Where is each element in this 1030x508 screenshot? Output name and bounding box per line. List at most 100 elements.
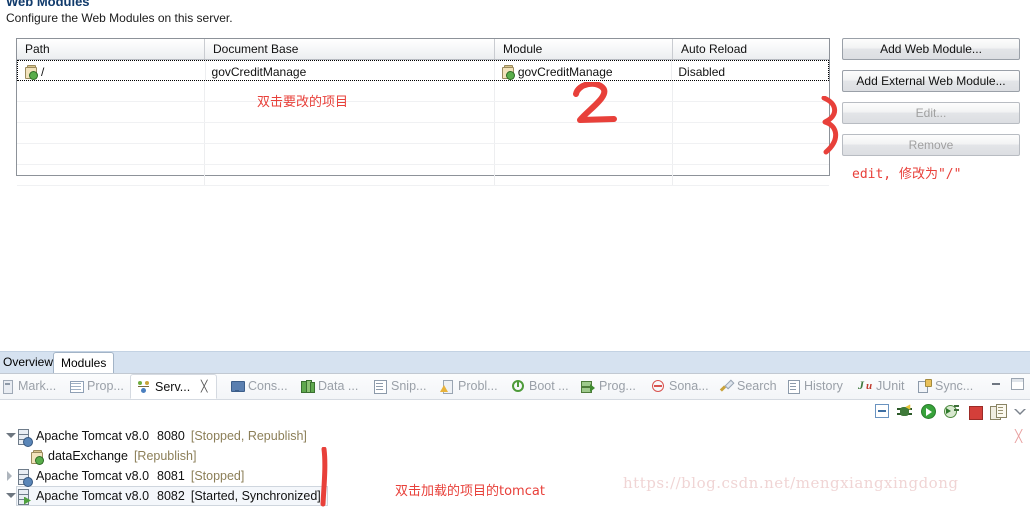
sonarlint-icon — [651, 379, 665, 393]
stop-icon[interactable] — [967, 404, 984, 420]
view-menu-icon[interactable] — [1012, 404, 1029, 420]
view-tab-sonarlint[interactable]: Sona... — [645, 374, 715, 398]
table-row-empty[interactable] — [17, 81, 829, 102]
server-name: Apache Tomcat v8.0 — [36, 429, 150, 443]
server-status: [Started, Synchronized] — [190, 489, 321, 503]
expand-arrow-icon[interactable] — [2, 486, 16, 506]
table-row-empty[interactable] — [17, 123, 829, 144]
server-port: 8082 — [157, 489, 185, 503]
view-tab-history[interactable]: History — [780, 374, 849, 398]
profile-icon[interactable] — [943, 404, 960, 420]
progress-icon — [581, 379, 595, 393]
view-tab-data-source[interactable]: Data ... — [294, 374, 364, 398]
annotation-double-click-item: 双击要改的项目 — [257, 95, 349, 110]
snippets-icon — [373, 379, 387, 394]
cell-empty — [673, 102, 829, 122]
tree-item-server[interactable]: Apache Tomcat v8.0 8080 [Stopped, Republ… — [2, 426, 307, 447]
cell-auto-reload[interactable]: Disabled — [672, 61, 828, 80]
tab-overview[interactable]: Overview — [0, 352, 60, 373]
debug-icon[interactable] — [897, 404, 914, 420]
cell-module[interactable]: govCreditManage — [495, 61, 673, 80]
cell-empty — [17, 144, 205, 164]
column-header-module[interactable]: Module — [495, 39, 673, 59]
view-tab-servers[interactable]: Serv... ╳ — [130, 374, 218, 399]
cell-empty — [495, 102, 673, 122]
cell-document-base[interactable]: govCreditManage — [206, 61, 495, 80]
web-modules-editor: Web Modules Configure the Web Modules on… — [0, 0, 1030, 345]
expand-arrow-icon[interactable] — [2, 426, 16, 446]
view-tab-boot-dashboard[interactable]: Boot ... — [505, 374, 575, 398]
close-icon[interactable]: ╳ — [198, 381, 210, 393]
server-name: Apache Tomcat v8.0 — [36, 489, 150, 503]
view-tab-label: Sona... — [669, 379, 709, 393]
column-header-document-base[interactable]: Document Base — [205, 39, 495, 59]
web-modules-table[interactable]: Path Document Base Module Auto Reload / … — [16, 38, 830, 186]
page-title: Web Modules — [6, 0, 90, 9]
view-tab-synchronize[interactable]: Sync... — [911, 374, 979, 398]
cell-empty — [17, 165, 205, 185]
cell-empty — [205, 102, 495, 122]
column-header-auto-reload[interactable]: Auto Reload — [673, 39, 829, 59]
junit-icon: Ju — [858, 378, 873, 392]
remove-button[interactable]: Remove — [842, 134, 1020, 156]
console-icon — [230, 379, 245, 393]
view-tab-properties[interactable]: Prop... — [63, 374, 130, 398]
cell-empty — [17, 102, 205, 122]
tree-item-server-selected[interactable]: Apache Tomcat v8.0 8082 [Started, Synchr… — [2, 486, 328, 506]
cell-empty — [205, 144, 495, 164]
minimize-icon[interactable] — [990, 378, 1003, 390]
cell-empty — [205, 81, 495, 101]
maximize-icon[interactable] — [1011, 378, 1024, 390]
view-tab-label: Prog... — [599, 379, 636, 393]
tree-item-server[interactable]: Apache Tomcat v8.0 8081 [Stopped] — [2, 466, 245, 487]
server-status: [Stopped] — [190, 469, 245, 483]
cell-path[interactable]: / — [18, 61, 206, 80]
collapse-arrow-icon[interactable] — [2, 466, 16, 486]
web-module-icon — [24, 65, 38, 80]
view-tab-progress[interactable]: Prog... — [575, 374, 642, 398]
history-icon — [786, 379, 800, 394]
table-row[interactable]: / govCreditManage govCreditManage Disabl… — [17, 60, 829, 81]
view-tab-junit[interactable]: Ju JUnit — [852, 374, 910, 398]
view-tab-label: History — [804, 379, 843, 393]
synchronize-icon — [917, 379, 932, 393]
tree-item-module[interactable]: dataExchange [Republish] — [30, 446, 196, 466]
server-status: [Stopped, Republish] — [190, 429, 307, 443]
cell-path-text: / — [41, 64, 45, 79]
search-icon — [719, 379, 735, 393]
table-header-row: Path Document Base Module Auto Reload — [17, 39, 829, 60]
view-tab-label: Mark... — [18, 379, 57, 393]
view-tab-markers[interactable]: Mark... — [0, 374, 62, 398]
cell-empty — [673, 81, 829, 101]
collapse-all-icon[interactable] — [874, 404, 891, 420]
view-tab-problems[interactable]: Probl... — [434, 374, 504, 398]
add-web-module-button[interactable]: Add Web Module... — [842, 38, 1020, 60]
web-module-icon — [501, 65, 515, 80]
view-tab-label: Prop... — [87, 379, 124, 393]
run-icon[interactable] — [920, 404, 937, 420]
column-header-path[interactable]: Path — [17, 39, 205, 59]
annotation-edit-note: edit, 修改为"/" — [852, 167, 962, 182]
table-row-empty[interactable] — [17, 102, 829, 123]
cell-empty — [495, 123, 673, 143]
cell-empty — [17, 123, 205, 143]
table-row-empty[interactable] — [17, 144, 829, 165]
table-row-empty[interactable] — [17, 165, 829, 186]
server-port: 8081 — [157, 469, 185, 483]
editor-tab-bar: Overview Modules — [0, 351, 1030, 374]
add-external-web-module-button[interactable]: Add External Web Module... — [842, 70, 1020, 92]
close-icon[interactable]: ╳ — [1015, 429, 1022, 443]
publish-icon[interactable] — [989, 404, 1007, 420]
cell-module-text: govCreditManage — [517, 64, 613, 79]
view-tab-snippets[interactable]: Snip... — [367, 374, 432, 398]
marker-icon — [0, 379, 14, 394]
tab-modules[interactable]: Modules — [53, 352, 115, 373]
server-name: Apache Tomcat v8.0 — [36, 469, 150, 483]
view-tab-search[interactable]: Search — [713, 374, 783, 398]
view-tab-label: Serv... — [155, 379, 191, 394]
watermark: https://blog.csdn.net/mengxiangxingdong — [623, 474, 959, 492]
view-tab-console[interactable]: Cons... — [224, 374, 294, 398]
cell-empty — [673, 144, 829, 164]
cell-empty — [673, 165, 829, 185]
edit-button[interactable]: Edit... — [842, 102, 1020, 124]
